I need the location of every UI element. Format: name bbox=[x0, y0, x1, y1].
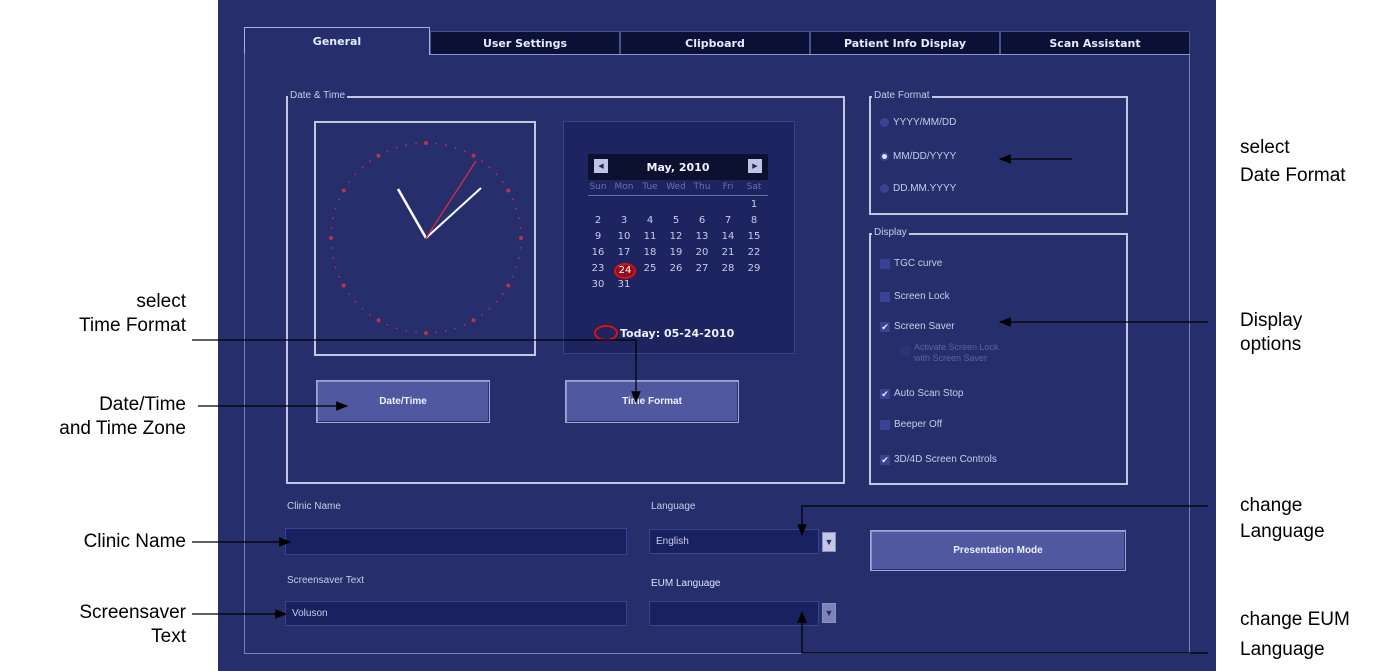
annotation-select-date-format: select Date Format bbox=[1240, 137, 1346, 186]
annotation-select-time-format: select Time Format bbox=[79, 291, 186, 336]
annotation-date-time-zone: Date/Time and Time Zone bbox=[59, 394, 186, 439]
annotation-change-language: change Language bbox=[1240, 495, 1325, 542]
annotation-screensaver-text: Screensaver Text bbox=[79, 602, 186, 647]
annotation-arrow-time-format bbox=[192, 339, 641, 404]
annotation-clinic-name: Clinic Name bbox=[83, 531, 186, 552]
annotation-arrow-language bbox=[797, 505, 1208, 537]
annotation-arrow-eum-language bbox=[797, 610, 1208, 654]
annotation-display-options: Display options bbox=[1240, 310, 1303, 355]
annotation-change-eum-language: change EUM Language bbox=[1240, 609, 1350, 660]
annotation-arrows bbox=[192, 154, 1208, 654]
